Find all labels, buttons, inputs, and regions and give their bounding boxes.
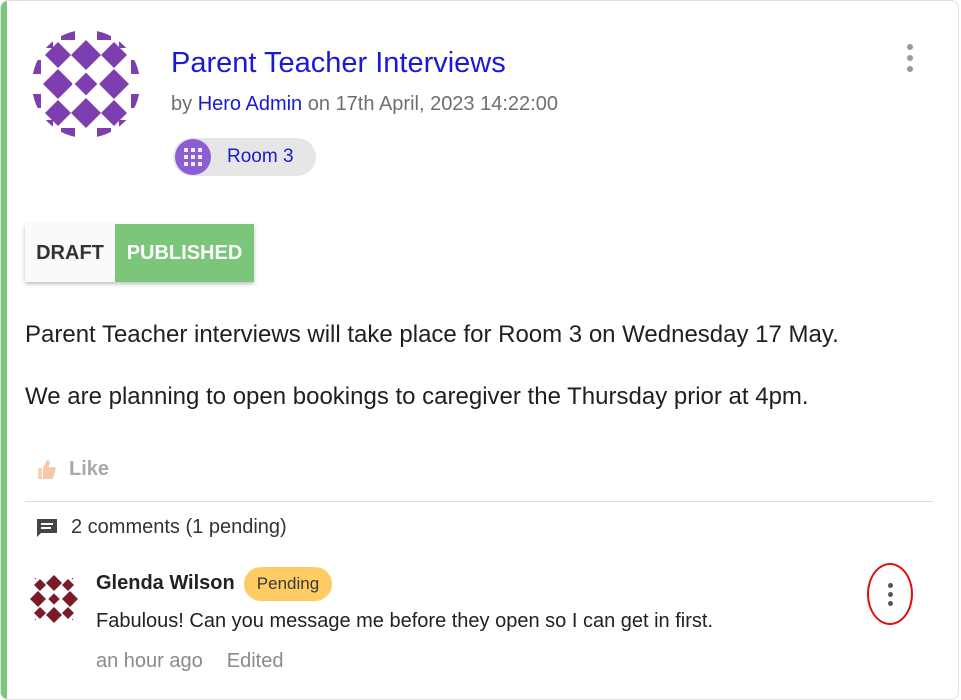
comment-menu-button[interactable] (867, 563, 913, 625)
status-badge: Pending (244, 567, 332, 601)
commenter-avatar (26, 571, 82, 627)
more-vertical-icon (907, 44, 913, 72)
room-avatar (175, 139, 211, 175)
comment-meta: an hour ago Edited (96, 650, 283, 673)
post-body-paragraph: We are planning to open bookings to care… (25, 383, 809, 410)
comments-summary: 2 comments (1 pending) (71, 516, 287, 538)
draft-toggle-button[interactable]: DRAFT (25, 224, 115, 282)
divider (25, 501, 933, 502)
post-menu-button[interactable] (899, 41, 921, 75)
by-label: by (171, 93, 193, 115)
post-date: 17th April, 2023 14:22:00 (335, 93, 558, 115)
comment-time: an hour ago (96, 650, 203, 672)
comment-icon (37, 518, 57, 537)
like-label: Like (69, 457, 110, 480)
room-tag-chip[interactable]: Room 3 (173, 138, 316, 176)
author-avatar (32, 30, 140, 138)
comment-text: Fabulous! Can you message me before they… (96, 610, 714, 632)
like-button[interactable]: Like (35, 457, 109, 481)
post-byline: by Hero Admin on 17th April, 2023 14:22:… (171, 93, 558, 116)
author-link[interactable]: Hero Admin (198, 93, 303, 115)
room-tag-label: Room 3 (227, 146, 294, 167)
post-title[interactable]: Parent Teacher Interviews (171, 47, 506, 80)
published-toggle-button[interactable]: PUBLISHED (115, 224, 254, 282)
on-label: on (307, 93, 330, 115)
more-vertical-icon (887, 582, 893, 606)
commenter-name[interactable]: Glenda Wilson (96, 572, 235, 595)
thumbs-up-icon (38, 460, 56, 479)
status-accent-bar (1, 1, 7, 699)
comments-header: 2 comments (1 pending) (35, 516, 287, 539)
status-toggle: DRAFT PUBLISHED (25, 224, 254, 282)
post-card: Parent Teacher Interviews by Hero Admin … (0, 0, 959, 700)
edited-label: Edited (226, 650, 284, 672)
post-body-paragraph: Parent Teacher interviews will take plac… (25, 321, 839, 348)
